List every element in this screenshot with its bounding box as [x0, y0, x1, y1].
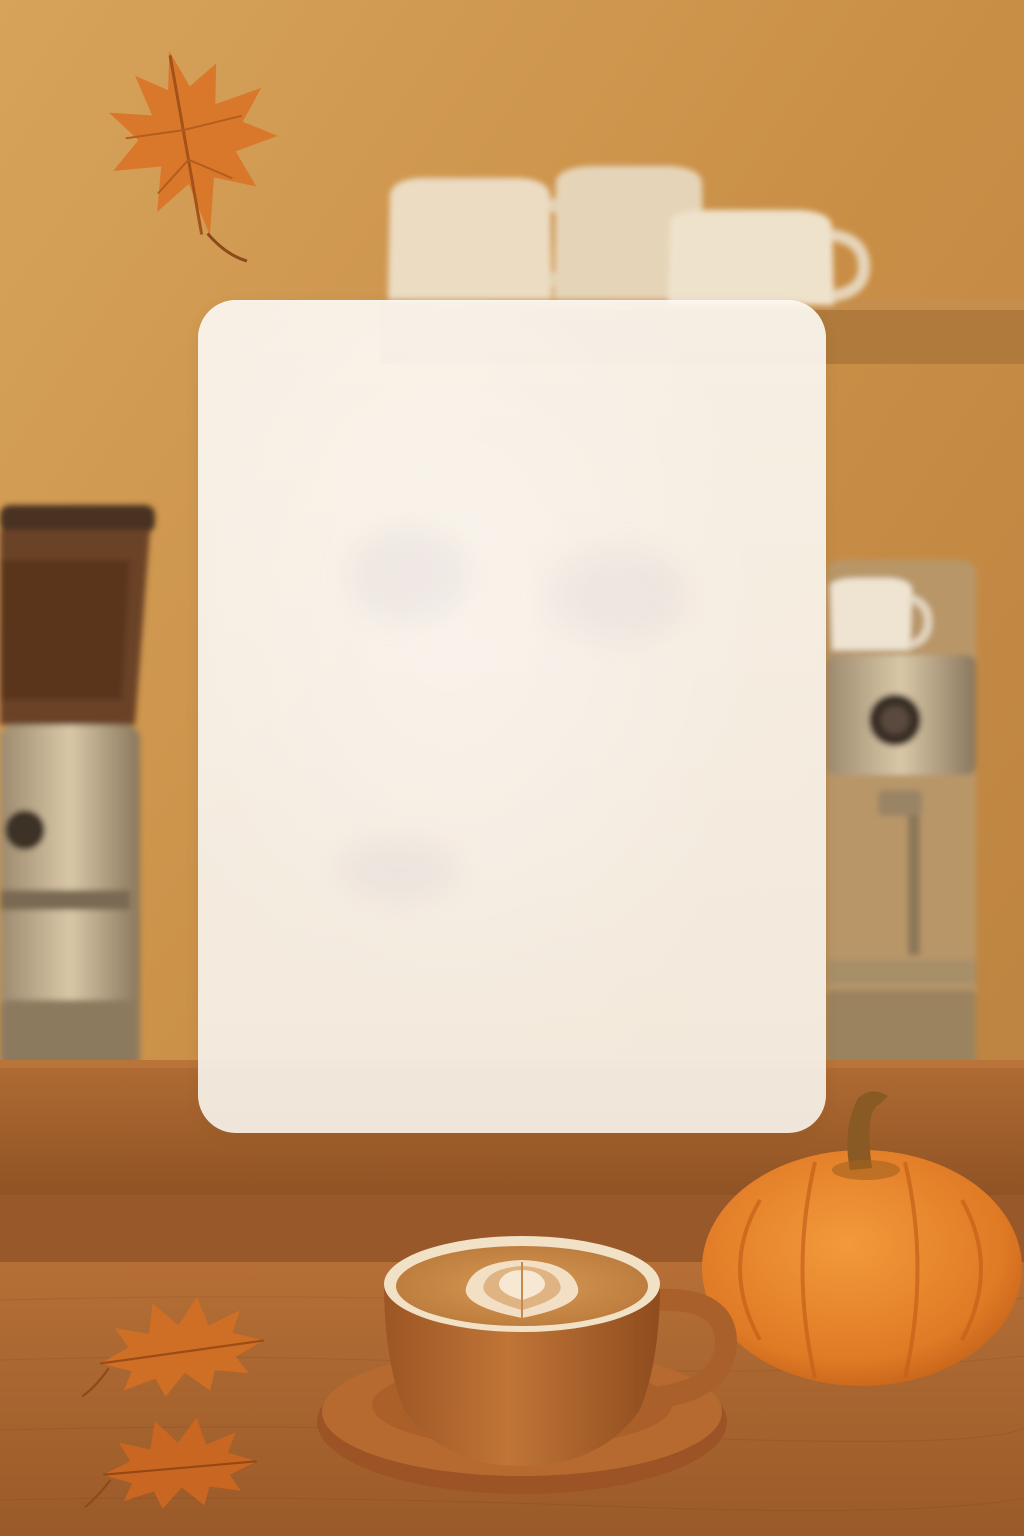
- espresso-machine: [826, 560, 976, 1080]
- coffee-grinder: [0, 505, 155, 1085]
- blank-frosted-card: [198, 300, 826, 1133]
- autumn-cafe-scene: [0, 0, 1024, 1536]
